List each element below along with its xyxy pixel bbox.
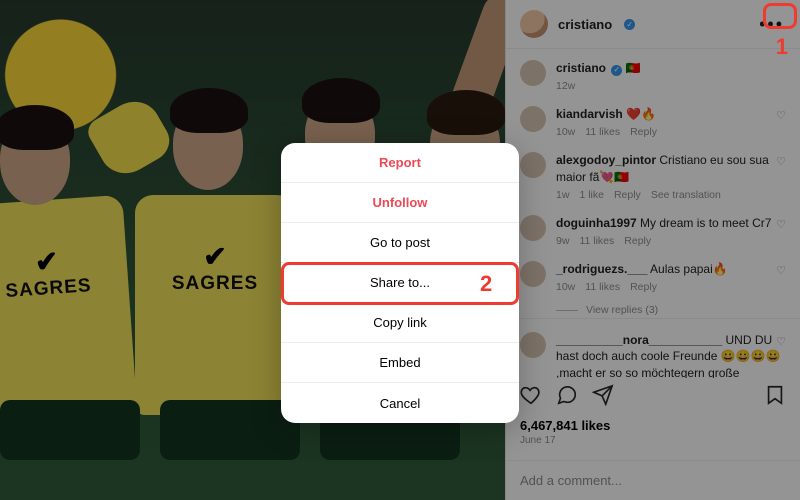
callout-box-1 xyxy=(763,3,797,29)
menu-copy-link[interactable]: Copy link xyxy=(281,303,519,343)
menu-go-to-post[interactable]: Go to post xyxy=(281,223,519,263)
callout-number-2: 2 xyxy=(480,271,492,297)
menu-embed[interactable]: Embed xyxy=(281,343,519,383)
menu-cancel[interactable]: Cancel xyxy=(281,383,519,423)
menu-report[interactable]: Report xyxy=(281,143,519,183)
menu-unfollow[interactable]: Unfollow xyxy=(281,183,519,223)
callout-number-1: 1 xyxy=(776,34,788,60)
